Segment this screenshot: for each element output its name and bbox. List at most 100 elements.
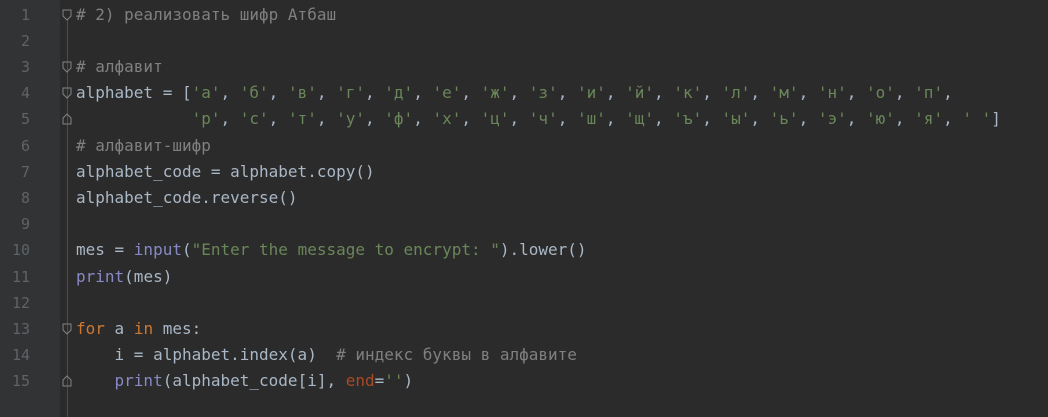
code-line[interactable]: 7 alphabet_code = alphabet.copy(): [0, 159, 1048, 185]
code-token: ,: [365, 83, 385, 103]
code-token: ,: [846, 83, 866, 103]
code-token: ): [403, 371, 414, 391]
code-line[interactable]: 1 # 2) реализовать шифр Атбаш: [0, 2, 1048, 28]
code-editor[interactable]: 1 # 2) реализовать шифр Атбаш 2 3 # алфавит 4…: [0, 0, 1048, 417]
code-token: ,: [750, 109, 770, 129]
code-token: ' ': [962, 109, 992, 129]
code-text[interactable]: print(alphabet_code[i], end=''): [76, 368, 414, 394]
code-token: alphabet = [: [76, 83, 192, 103]
code-token: # 2) реализовать шифр Атбаш: [76, 4, 337, 24]
code-token: 'р': [191, 109, 221, 129]
code-token: # индекс буквы в алфавите: [336, 345, 577, 365]
code-token: 'м': [769, 83, 799, 103]
code-token: 'в': [287, 83, 317, 103]
line-number: 15: [11, 372, 30, 391]
line-number: 2: [20, 31, 30, 50]
line-number: 4: [20, 84, 30, 103]
code-token: 'у': [336, 109, 366, 129]
code-token: ,: [268, 109, 288, 129]
code-token: 'н': [817, 83, 847, 103]
code-token: for: [76, 318, 105, 338]
code-token: ,: [846, 109, 866, 129]
code-token: ,: [605, 83, 626, 103]
code-text[interactable]: 'р', 'с', 'т', 'у', 'ф', 'х', 'ц', 'ч', …: [76, 106, 1001, 132]
code-token: 'ф': [384, 109, 414, 129]
code-line[interactable]: 12: [0, 290, 1048, 316]
code-token: alphabet_code.reverse(): [76, 187, 298, 207]
code-token: ,: [702, 83, 722, 103]
fold-end-icon[interactable]: [62, 113, 72, 125]
code-line[interactable]: 5 'р', 'с', 'т', 'у', 'ф', 'х', 'ц', 'ч'…: [0, 106, 1048, 132]
line-number: 9: [20, 215, 30, 234]
code-token: (: [181, 240, 192, 260]
code-token: ,: [316, 83, 337, 103]
line-number: 6: [20, 136, 30, 155]
code-token: ]: [991, 109, 1001, 129]
code-text[interactable]: alphabet_code = alphabet.copy(): [76, 159, 375, 185]
fold-start-icon[interactable]: [62, 87, 72, 99]
code-token: 'а': [191, 83, 221, 103]
code-text[interactable]: # 2) реализовать шифр Атбаш: [76, 2, 336, 28]
code-text[interactable]: for a in mes:: [76, 316, 201, 342]
code-token: ,: [654, 109, 674, 129]
code-line[interactable]: 3 # алфавит: [0, 54, 1048, 80]
code-line[interactable]: 13 for a in mes:: [0, 316, 1048, 342]
code-line[interactable]: 4 alphabet = ['а', 'б', 'в', 'г', 'д', 'е…: [0, 80, 1048, 106]
code-token: # алфавит: [76, 56, 163, 76]
code-token: ,: [943, 109, 963, 129]
code-token: mes =: [76, 240, 134, 260]
code-line[interactable]: 9: [0, 211, 1048, 237]
line-number: 10: [11, 241, 30, 260]
code-token: 'ч': [528, 109, 558, 129]
fold-start-icon[interactable]: [62, 61, 72, 73]
code-token: mes:: [153, 318, 202, 338]
code-token: ,: [220, 83, 240, 103]
code-token: 'д': [384, 83, 414, 103]
code-text[interactable]: # алфавит: [76, 54, 163, 80]
code-token: 'т': [287, 109, 317, 129]
code-token: =: [374, 371, 385, 391]
code-token: ,: [316, 109, 337, 129]
code-token: 'ж': [480, 83, 510, 103]
line-number: 7: [20, 162, 30, 181]
code-token: ,: [220, 109, 240, 129]
code-token: 'ю': [866, 109, 895, 129]
code-token: 'ц': [480, 109, 510, 129]
code-line[interactable]: 8 alphabet_code.reverse(): [0, 185, 1048, 211]
code-token: ,: [750, 83, 770, 103]
code-token: ,: [798, 109, 818, 129]
code-token: a: [104, 318, 134, 338]
code-token: ,: [509, 83, 529, 103]
code-token: ,: [557, 109, 577, 129]
line-number: 1: [20, 5, 30, 24]
code-line[interactable]: 11 print(mes): [0, 264, 1048, 290]
code-token: 'п': [914, 83, 944, 103]
code-token: 'с': [239, 109, 269, 129]
fold-start-icon[interactable]: [62, 9, 72, 21]
code-token: 'щ': [625, 109, 655, 129]
fold-end-icon[interactable]: [62, 375, 72, 387]
code-token: ,: [798, 83, 818, 103]
code-text[interactable]: alphabet = ['а', 'б', 'в', 'г', 'д', 'е'…: [76, 80, 953, 106]
code-text[interactable]: # алфавит-шифр: [76, 133, 211, 159]
code-token: i = alphabet.index(a): [76, 345, 337, 365]
code-token: ,: [894, 83, 915, 103]
code-token: 'о': [866, 83, 895, 103]
code-line[interactable]: 15 print(alphabet_code[i], end=''): [0, 368, 1048, 394]
code-line[interactable]: 6 # алфавит-шифр: [0, 133, 1048, 159]
code-token: ,: [509, 109, 529, 129]
code-text[interactable]: i = alphabet.index(a) # индекс буквы в а…: [76, 342, 577, 368]
fold-start-icon[interactable]: [62, 323, 72, 335]
code-line[interactable]: 14 i = alphabet.index(a) # индекс буквы …: [0, 342, 1048, 368]
code-line[interactable]: 10 mes = input("Enter the message to encr…: [0, 237, 1048, 263]
code-token: ,: [413, 109, 433, 129]
code-token: end: [345, 371, 375, 391]
code-text[interactable]: alphabet_code.reverse(): [76, 185, 298, 211]
code-token: 'ъ': [673, 109, 703, 129]
code-line[interactable]: 2: [0, 28, 1048, 54]
code-text[interactable]: print(mes): [76, 264, 172, 290]
code-text[interactable]: mes = input("Enter the message to encryp…: [76, 237, 587, 263]
code-token: input: [133, 240, 182, 260]
